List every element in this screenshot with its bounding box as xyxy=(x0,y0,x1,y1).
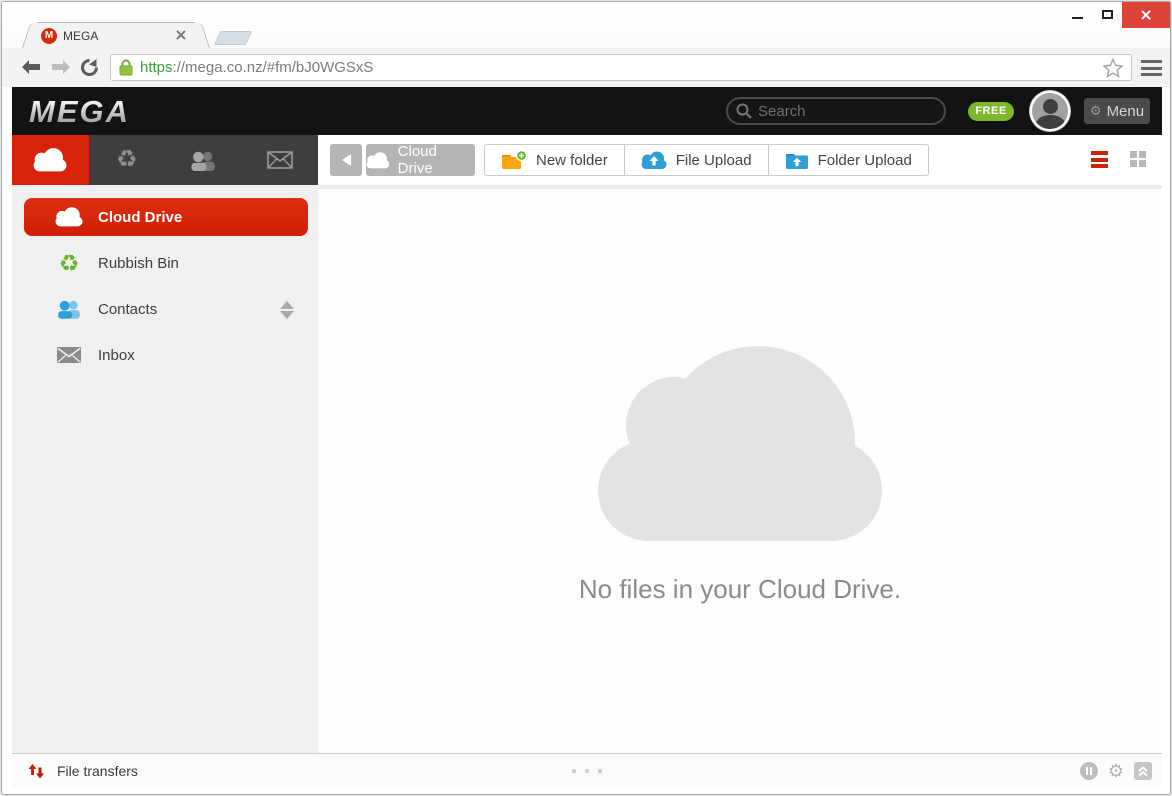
sidebar-item-rubbish-bin[interactable]: ♻ Rubbish Bin xyxy=(24,244,308,282)
reload-icon xyxy=(80,58,98,76)
envelope-icon xyxy=(266,151,293,169)
browser-menu-icon[interactable] xyxy=(1141,60,1162,80)
cloud-icon xyxy=(366,151,390,168)
forward-arrow-icon xyxy=(52,60,70,74)
envelope-icon xyxy=(54,347,84,363)
mega-logo[interactable]: MEGA xyxy=(29,94,130,130)
maximize-icon xyxy=(1101,9,1113,19)
sidebar-item-label: Cloud Drive xyxy=(98,208,183,226)
recycle-icon: ♻ xyxy=(58,249,80,276)
url-scheme: https xyxy=(140,59,173,76)
avatar-silhouette xyxy=(1043,99,1058,114)
back-arrow-icon xyxy=(22,60,40,74)
bookmark-star-icon[interactable] xyxy=(1102,57,1124,83)
search-icon xyxy=(736,103,752,119)
strip-tab-contacts[interactable] xyxy=(165,135,242,185)
sidebar: Cloud Drive ♻ Rubbish Bin Contacts Inbox xyxy=(12,185,318,753)
menu-button[interactable]: ⚙ Menu xyxy=(1084,98,1150,124)
mega-page: MEGA FREE ⚙ Menu xyxy=(12,87,1162,787)
minimize-button[interactable] xyxy=(1062,2,1092,26)
contacts-icon xyxy=(54,299,84,319)
breadcrumb-cloud-drive[interactable]: Cloud Drive xyxy=(366,143,475,177)
toolbar-row: ♻ Cloud Drive New folder File Upload Fol… xyxy=(12,135,1162,185)
tab-close-icon[interactable] xyxy=(175,29,189,43)
view-toggles xyxy=(1091,151,1146,171)
section-icon-strip: ♻ xyxy=(12,135,318,185)
browser-tab-mega[interactable]: M MEGA xyxy=(32,22,200,48)
cloud-icon xyxy=(33,148,67,172)
https-lock-icon xyxy=(119,59,133,76)
browser-window: M MEGA https://mega.co.nz/#fm/bJ0WGSxS … xyxy=(1,1,1171,795)
browser-titlebar: M MEGA xyxy=(2,2,1170,48)
expand-transfers-icon[interactable] xyxy=(1134,762,1152,780)
nav-back-button[interactable] xyxy=(330,144,362,176)
list-view-icon[interactable] xyxy=(1091,151,1108,171)
gear-icon: ⚙ xyxy=(1089,103,1102,118)
strip-tab-inbox[interactable] xyxy=(242,135,319,185)
new-folder-icon xyxy=(502,149,527,169)
folder-upload-label: Folder Upload xyxy=(817,151,912,169)
sidebar-item-label: Inbox xyxy=(98,346,135,364)
sort-arrows-icon[interactable] xyxy=(280,301,294,319)
strip-tab-rubbish-bin[interactable]: ♻ xyxy=(89,135,166,185)
reload-button[interactable] xyxy=(76,54,102,80)
search-input[interactable] xyxy=(758,102,928,120)
window-controls xyxy=(1062,2,1170,32)
sidebar-item-cloud-drive[interactable]: Cloud Drive xyxy=(24,198,308,236)
browser-nav-toolbar: https://mega.co.nz/#fm/bJ0WGSxS xyxy=(2,48,1170,87)
menu-button-label: Menu xyxy=(1106,102,1145,120)
mega-favicon-icon: M xyxy=(41,28,57,44)
resize-handle[interactable] xyxy=(572,769,602,773)
close-icon xyxy=(1140,9,1152,21)
breadcrumb-label: Cloud Drive xyxy=(397,143,437,177)
new-tab-button[interactable] xyxy=(213,31,253,45)
mega-toolbar: Cloud Drive New folder File Upload Folde… xyxy=(318,135,1162,185)
transfer-settings-gear-icon[interactable]: ⚙ xyxy=(1108,762,1124,780)
cloud-icon xyxy=(54,207,84,227)
forward-button[interactable] xyxy=(48,54,74,80)
sidebar-item-contacts[interactable]: Contacts xyxy=(24,290,308,328)
tab-title: MEGA xyxy=(63,29,99,43)
mega-header: MEGA FREE ⚙ Menu xyxy=(12,87,1162,135)
file-list-area[interactable]: No files in your Cloud Drive. xyxy=(318,185,1162,753)
empty-cloud-illustration xyxy=(598,346,882,541)
file-upload-icon xyxy=(641,151,667,169)
content-area: Cloud Drive ♻ Rubbish Bin Contacts Inbox… xyxy=(12,185,1162,753)
file-upload-button[interactable]: File Upload xyxy=(625,145,769,175)
file-transfers-label: File transfers xyxy=(57,763,138,779)
recycle-icon: ♻ xyxy=(115,146,138,173)
sidebar-item-label: Contacts xyxy=(98,300,158,318)
url-text: ://mega.co.nz/#fm/bJ0WGSxS xyxy=(172,59,374,76)
folder-upload-icon xyxy=(785,153,808,169)
new-folder-label: New folder xyxy=(536,151,608,169)
sidebar-item-label: Rubbish Bin xyxy=(98,254,179,272)
contacts-icon xyxy=(191,151,215,171)
address-bar[interactable]: https://mega.co.nz/#fm/bJ0WGSxS xyxy=(110,54,1132,81)
strip-tab-cloud-drive[interactable] xyxy=(12,135,89,185)
new-folder-button[interactable]: New folder xyxy=(485,145,625,175)
transfers-footer: File transfers ⚙ xyxy=(12,753,1162,787)
back-triangle-icon xyxy=(341,154,351,166)
maximize-button[interactable] xyxy=(1092,2,1122,26)
avatar[interactable] xyxy=(1030,91,1070,131)
minimize-icon xyxy=(1071,17,1083,19)
transfer-arrows-icon xyxy=(28,763,44,778)
empty-message: No files in your Cloud Drive. xyxy=(578,574,902,604)
pause-transfers-icon[interactable] xyxy=(1079,762,1098,780)
action-button-group: New folder File Upload Folder Upload xyxy=(484,144,929,176)
close-button[interactable] xyxy=(1122,2,1170,28)
folder-upload-button[interactable]: Folder Upload xyxy=(769,145,928,175)
back-button[interactable] xyxy=(18,54,44,80)
sidebar-item-inbox[interactable]: Inbox xyxy=(24,336,308,374)
grid-view-icon[interactable] xyxy=(1130,151,1146,167)
search-box[interactable] xyxy=(726,97,946,125)
file-upload-label: File Upload xyxy=(675,151,752,169)
plan-badge[interactable]: FREE xyxy=(968,102,1014,121)
file-transfers-toggle[interactable]: File transfers xyxy=(28,754,138,787)
footer-controls: ⚙ xyxy=(1079,754,1152,787)
